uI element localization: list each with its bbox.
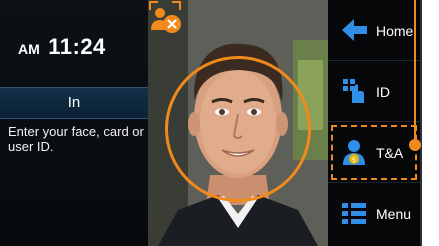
terminal-screen: AM 11:24 In Enter your face, card or use… xyxy=(0,0,422,246)
menu-item-ta-label: T&A xyxy=(376,145,404,161)
list-icon xyxy=(342,203,366,224)
instruction-text: Enter your face, card or user ID. xyxy=(8,124,144,154)
menu-item-menu-label: Menu xyxy=(376,206,412,222)
callout-line xyxy=(414,0,416,146)
clock: AM 11:24 xyxy=(18,34,106,60)
face-enroll-cancel-icon[interactable] xyxy=(148,0,182,34)
face-detection-circle xyxy=(165,56,311,202)
clock-time: 11:24 xyxy=(48,34,106,59)
side-menu: Home ID $ T&A Menu xyxy=(328,0,420,246)
menu-item-home[interactable]: Home xyxy=(328,0,420,61)
menu-item-id[interactable]: ID xyxy=(328,61,420,122)
attendance-mode-label: In xyxy=(67,94,81,111)
menu-item-menu[interactable]: Menu xyxy=(328,183,420,246)
callout-dot xyxy=(409,139,421,151)
camera-preview xyxy=(148,0,328,246)
menu-item-home-label: Home xyxy=(376,23,414,39)
device-frame: AM 11:24 In Enter your face, card or use… xyxy=(0,0,439,246)
clock-ampm: AM xyxy=(18,41,40,57)
svg-text:$: $ xyxy=(352,156,356,164)
arrow-left-icon xyxy=(342,19,367,41)
keypad-hand-icon xyxy=(343,79,364,103)
user-money-icon: $ xyxy=(343,140,365,165)
menu-item-id-label: ID xyxy=(376,84,390,100)
status-panel: AM 11:24 In Enter your face, card or use… xyxy=(0,0,148,246)
attendance-mode-band: In xyxy=(0,87,148,119)
menu-item-ta[interactable]: $ T&A xyxy=(328,122,420,183)
